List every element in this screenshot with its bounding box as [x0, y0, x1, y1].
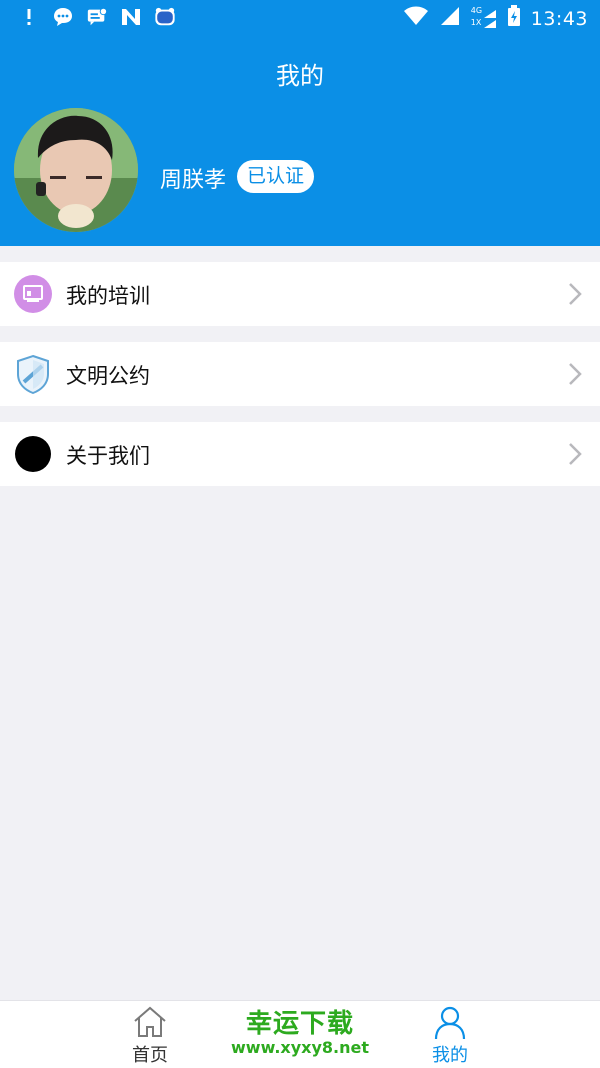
network-type-label: 4G	[470, 5, 483, 15]
network-sub-label: 1X	[470, 17, 482, 27]
menu-item-label: 我的培训	[66, 284, 150, 308]
shield-icon	[14, 354, 52, 394]
wifi-icon	[403, 6, 429, 31]
network-signal-icon: 4G 1X	[470, 5, 497, 30]
menu-item-training[interactable]: 我的培训	[0, 262, 600, 326]
menu-item-label: 关于我们	[66, 444, 150, 468]
status-bar: 4G 1X 13:43	[0, 0, 600, 36]
watermark-title: 幸运下载	[245, 1009, 354, 1039]
tab-mine-label: 我的	[432, 1045, 468, 1066]
watermark: 幸运下载 www.xyxy8.net	[220, 1003, 380, 1057]
home-icon	[134, 1006, 166, 1037]
avatar-photo	[14, 108, 138, 232]
alert-icon	[18, 6, 40, 28]
n-app-icon	[120, 6, 142, 28]
battery-icon	[507, 5, 521, 32]
watermark-url: www.xyxy8.net	[231, 1038, 369, 1057]
chat-bubble-icon	[52, 6, 74, 28]
tab-mine[interactable]: 我的	[390, 1001, 510, 1068]
menu-item-about[interactable]: 关于我们	[0, 422, 600, 486]
menu-item-convention[interactable]: 文明公约	[0, 342, 600, 406]
profile-name: 周朕孝	[160, 168, 227, 193]
tab-home[interactable]: 首页	[90, 1001, 210, 1068]
training-icon	[14, 275, 52, 313]
person-icon	[434, 1006, 466, 1039]
chevron-right-icon	[569, 283, 582, 305]
about-dot-icon	[14, 435, 52, 473]
chevron-right-icon	[569, 443, 582, 465]
page-title: 我的	[276, 62, 324, 90]
du-app-icon	[154, 6, 176, 28]
tab-home-label: 首页	[132, 1045, 168, 1066]
message-icon	[86, 6, 108, 28]
chevron-right-icon	[569, 363, 582, 385]
verified-badge: 已认证	[237, 160, 315, 193]
clock: 13:43	[530, 7, 588, 30]
menu-item-label: 文明公约	[66, 364, 150, 388]
avatar[interactable]	[14, 108, 138, 232]
signal-icon	[439, 6, 461, 31]
